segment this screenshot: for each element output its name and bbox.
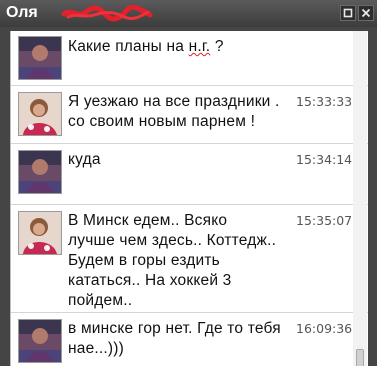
message-item: Я уезжаю на все праздники . со своим нов… xyxy=(11,86,368,144)
close-button[interactable] xyxy=(358,5,374,21)
message-item: в минске гор нет. Где то тебя нае...))) … xyxy=(11,313,368,366)
close-icon xyxy=(361,8,371,18)
restore-icon xyxy=(343,8,353,18)
scrollbar[interactable] xyxy=(353,31,367,366)
redacted-scribble xyxy=(61,5,153,22)
message-list[interactable]: Какие планы на н.г. ? Я уезжаю на все пр… xyxy=(10,31,368,366)
misspelled-word: н.г. xyxy=(188,38,211,55)
chat-window: Оля Какие планы на н.г. ? Я уезжаю на вс… xyxy=(0,0,377,366)
message-item: Какие планы на н.г. ? xyxy=(11,31,368,86)
avatar xyxy=(18,92,62,136)
message-text: Я уезжаю на все праздники . со своим нов… xyxy=(68,93,280,130)
message-text: в минске гор нет. Где то тебя нае...))) xyxy=(68,320,281,357)
message-text: Какие планы на н.г. ? xyxy=(68,38,224,55)
message-text: куда xyxy=(68,151,101,168)
title-bar[interactable]: Оля xyxy=(0,0,377,27)
avatar xyxy=(18,36,62,80)
avatar xyxy=(18,150,62,194)
contact-name: Оля xyxy=(6,4,38,21)
scrollbar-thumb[interactable] xyxy=(356,349,364,366)
message-item: куда 15:34:14 xyxy=(11,144,368,205)
message-item: В Минск едем.. Всяко лучше чем здесь.. К… xyxy=(11,205,368,313)
restore-button[interactable] xyxy=(340,5,356,21)
message-text: В Минск едем.. Всяко лучше чем здесь.. К… xyxy=(68,212,277,309)
avatar xyxy=(18,319,62,363)
avatar xyxy=(18,211,62,255)
